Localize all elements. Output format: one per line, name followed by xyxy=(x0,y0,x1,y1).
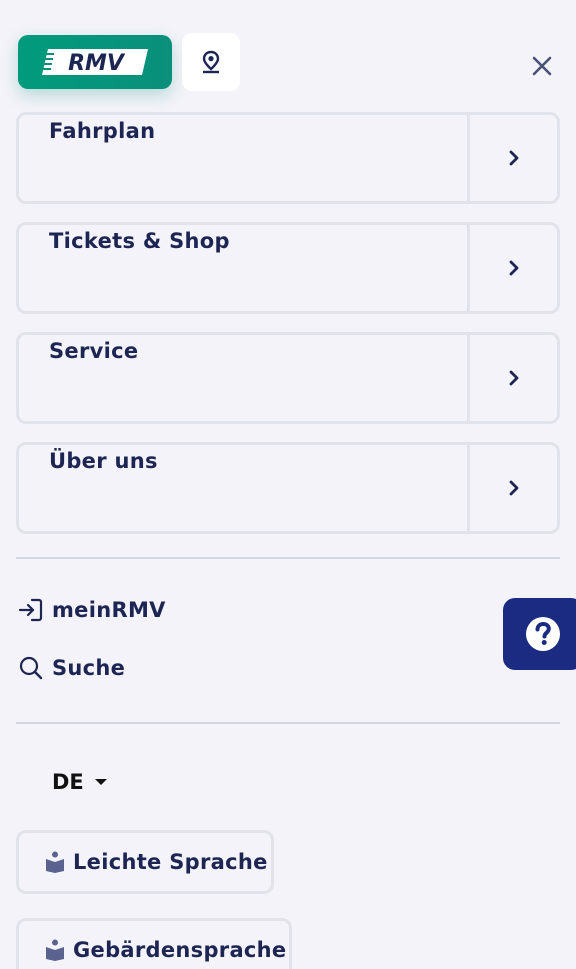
menu-item-ueber-uns-label-area[interactable]: Über uns xyxy=(19,445,467,531)
chevron-right-icon xyxy=(509,260,518,276)
search-label: Suche xyxy=(52,656,126,680)
login-link[interactable]: meinRMV xyxy=(18,597,166,623)
caret-down-icon xyxy=(94,779,107,785)
location-button[interactable] xyxy=(182,33,240,91)
expand-ueber-uns-button[interactable] xyxy=(467,445,557,531)
chevron-right-icon xyxy=(509,370,518,386)
menu-item-label: Über uns xyxy=(49,449,158,473)
help-icon xyxy=(526,617,560,651)
expand-fahrplan-button[interactable] xyxy=(467,115,557,201)
map-pin-icon xyxy=(202,50,220,74)
menu-item-service[interactable]: Service xyxy=(16,332,560,424)
menu-item-label: Tickets & Shop xyxy=(49,229,230,253)
expand-service-button[interactable] xyxy=(467,335,557,421)
help-button[interactable] xyxy=(503,598,576,670)
easy-language-label: Leichte Sprache xyxy=(73,850,268,874)
divider xyxy=(16,722,560,724)
menu-item-label: Fahrplan xyxy=(49,119,156,143)
close-icon xyxy=(532,56,552,76)
menu-item-service-label-area[interactable]: Service xyxy=(19,335,467,421)
rmv-logo-button[interactable]: RMV xyxy=(18,35,172,89)
sign-language-label: Gebärdensprache xyxy=(73,938,287,962)
language-code: DE xyxy=(52,770,84,794)
menu-item-tickets-shop[interactable]: Tickets & Shop xyxy=(16,222,560,314)
menu-item-fahrplan[interactable]: Fahrplan xyxy=(16,112,560,204)
expand-tickets-shop-button[interactable] xyxy=(467,225,557,311)
search-link[interactable]: Suche xyxy=(18,655,125,681)
svg-text:RMV: RMV xyxy=(68,51,126,75)
menu-item-ueber-uns[interactable]: Über uns xyxy=(16,442,560,534)
navigation-menu-page: RMV Fahrplan Tickets & Shop Service Über… xyxy=(0,0,576,969)
close-button[interactable] xyxy=(526,50,558,82)
login-label: meinRMV xyxy=(52,598,166,622)
rmv-logo-icon: RMV xyxy=(42,49,148,75)
login-icon xyxy=(18,598,43,622)
chevron-right-icon xyxy=(509,150,518,166)
divider xyxy=(16,557,560,559)
menu-item-tickets-shop-label-area[interactable]: Tickets & Shop xyxy=(19,225,467,311)
reading-person-icon xyxy=(46,851,64,873)
easy-language-button[interactable]: Leichte Sprache xyxy=(16,830,274,894)
reading-person-icon xyxy=(46,939,64,961)
sign-language-button[interactable]: Gebärdensprache xyxy=(16,918,292,969)
language-selector[interactable]: DE xyxy=(52,770,108,794)
chevron-right-icon xyxy=(509,480,518,496)
menu-item-label: Service xyxy=(49,339,139,363)
search-icon xyxy=(19,656,43,680)
menu-item-fahrplan-label-area[interactable]: Fahrplan xyxy=(19,115,467,201)
